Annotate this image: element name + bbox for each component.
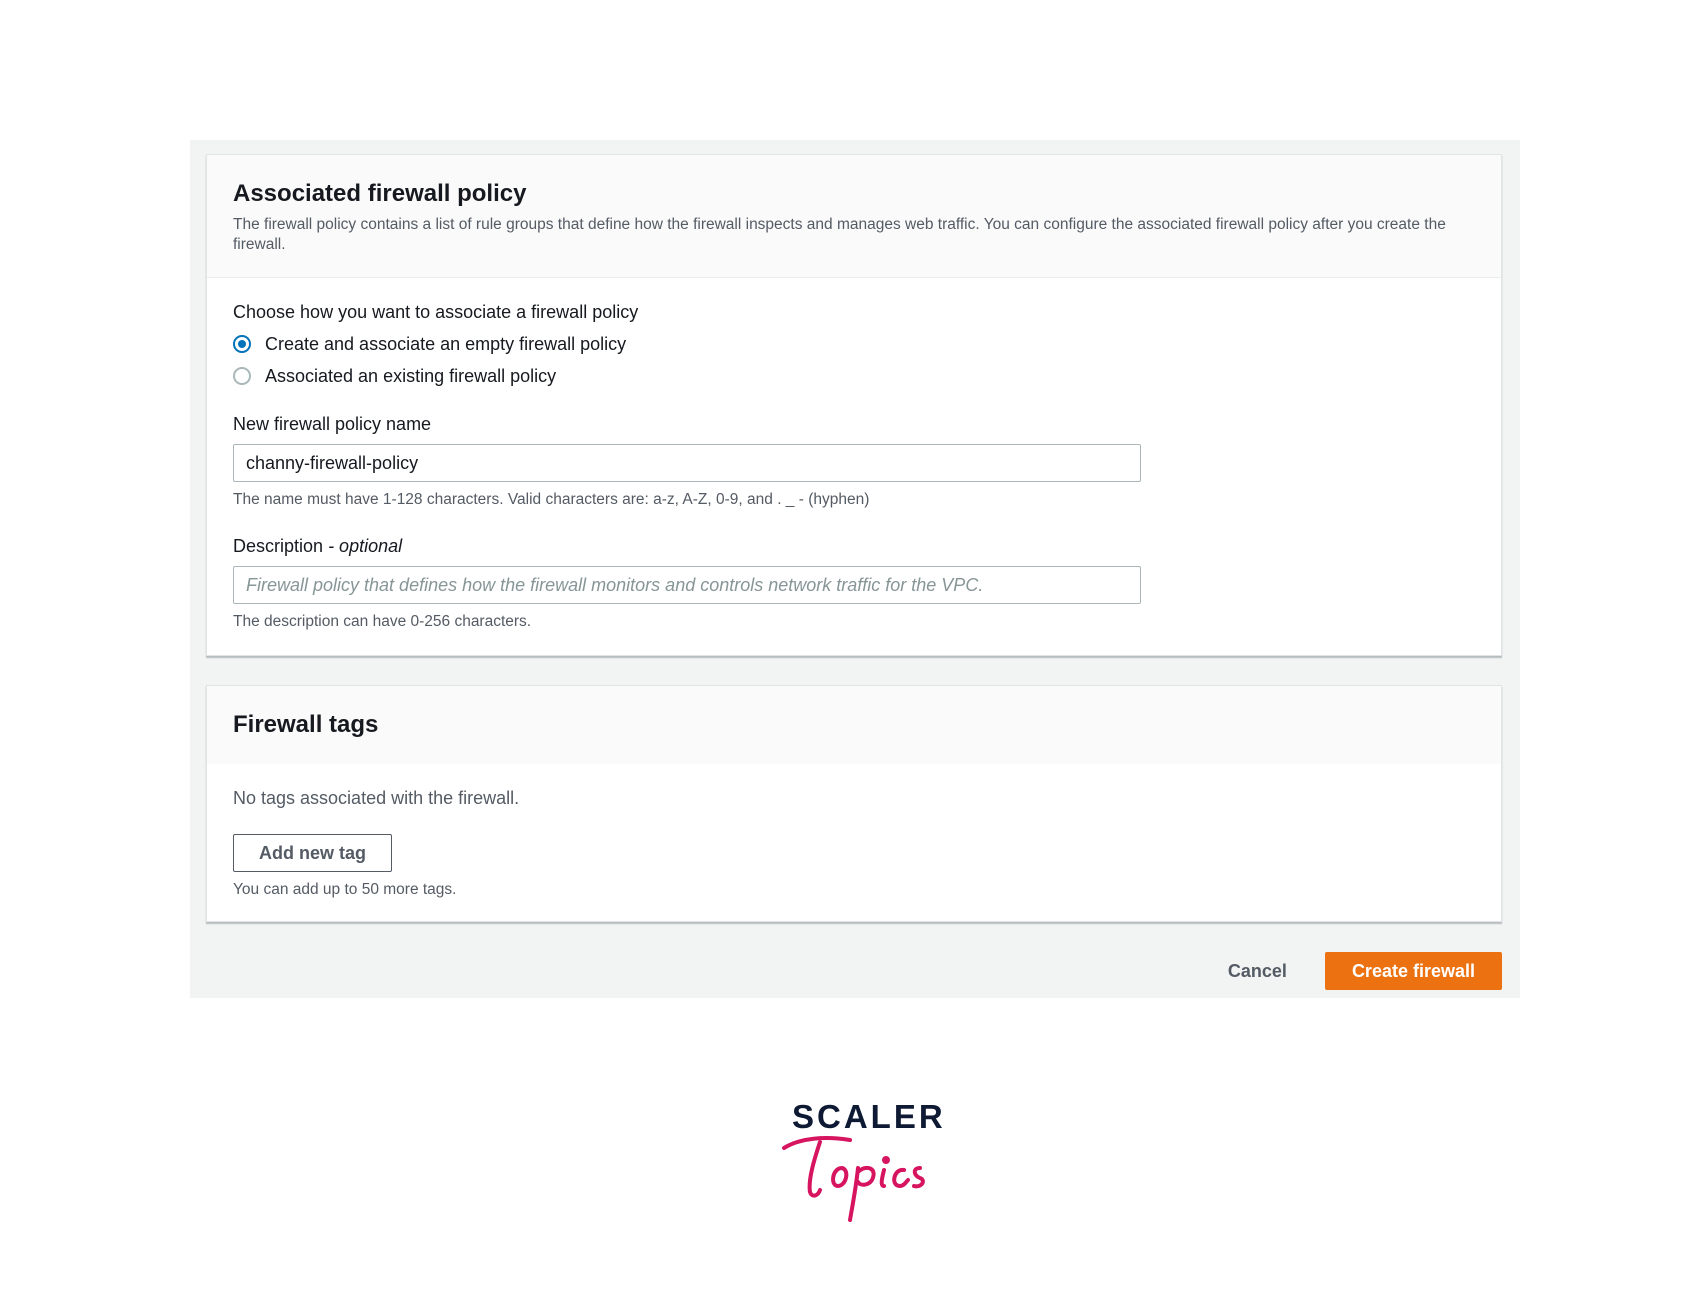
- description-label: Description - optional: [233, 534, 1475, 558]
- policy-panel-title: Associated firewall policy: [233, 180, 527, 207]
- policy-panel-description: The firewall policy contains a list of r…: [233, 216, 1446, 253]
- policy-name-input[interactable]: [233, 444, 1141, 482]
- description-optional-text: - optional: [328, 536, 403, 556]
- radio-option-label: Create and associate an empty firewall p…: [265, 333, 627, 354]
- scaler-topics-logo: SCALER: [780, 1098, 943, 1228]
- radio-option-label: Associated an existing firewall policy: [265, 365, 557, 386]
- tags-panel-body: No tags associated with the firewall. Ad…: [207, 764, 1501, 920]
- description-hint: The description can have 0-256 character…: [233, 613, 532, 630]
- policy-name-hint: The name must have 1-128 characters. Val…: [233, 491, 870, 508]
- tags-panel-header: Firewall tags: [207, 686, 1501, 764]
- association-choice-label: Choose how you want to associate a firew…: [233, 302, 639, 322]
- cancel-button[interactable]: Cancel: [1208, 952, 1307, 990]
- create-firewall-button[interactable]: Create firewall: [1324, 952, 1502, 990]
- tags-panel: Firewall tags No tags associated with th…: [206, 685, 1502, 922]
- form-actions: Cancel Create firewall: [1208, 952, 1502, 990]
- description-label-text: Description: [233, 536, 324, 556]
- radio-unselected-icon[interactable]: [233, 367, 251, 385]
- radio-selected-icon[interactable]: [233, 335, 251, 353]
- policy-panel: Associated firewall policy The firewall …: [206, 154, 1502, 656]
- form-container: Associated firewall policy The firewall …: [190, 140, 1520, 998]
- tags-panel-title: Firewall tags: [233, 711, 379, 738]
- radio-option-existing[interactable]: Associated an existing firewall policy: [233, 364, 1475, 388]
- no-tags-text: No tags associated with the firewall.: [233, 788, 520, 808]
- policy-panel-body: Choose how you want to associate a firew…: [207, 278, 1501, 652]
- policy-panel-header: Associated firewall policy The firewall …: [207, 155, 1501, 278]
- policy-name-label: New firewall policy name: [233, 414, 432, 434]
- add-new-tag-button[interactable]: Add new tag: [233, 834, 392, 872]
- radio-option-create-empty[interactable]: Create and associate an empty firewall p…: [233, 332, 1475, 356]
- description-input[interactable]: [233, 566, 1141, 604]
- logo-script-graphic: [782, 1136, 925, 1222]
- tags-hint: You can add up to 50 more tags.: [233, 881, 457, 898]
